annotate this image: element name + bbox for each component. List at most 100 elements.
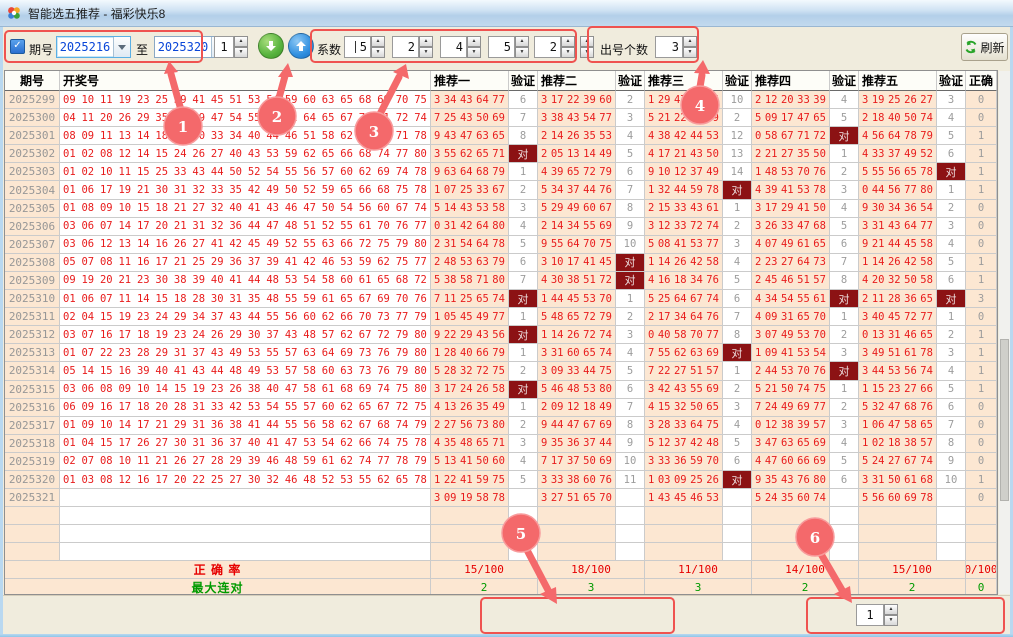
- issue-from-combo[interactable]: 2025216: [56, 36, 131, 58]
- verify-cell: 14: [723, 163, 752, 181]
- coef-extra-spinner-buttons[interactable]: ▲▼: [580, 36, 594, 58]
- grid-row[interactable]: 2025315030608091014151923263840475861686…: [5, 381, 997, 399]
- issue-cell: 2025310: [5, 290, 60, 308]
- correct-count-cell: 1: [966, 344, 997, 362]
- grid-row[interactable]: 2025312030716171819232426293037434857626…: [5, 326, 997, 344]
- verify-cell: 3: [937, 218, 966, 236]
- verify-cell: 2: [723, 109, 752, 127]
- grid-row[interactable]: 2025301080911131418243033344044465158626…: [5, 127, 997, 145]
- coef-group-spinner[interactable]: 1: [856, 604, 884, 626]
- issue-cell: 2025314: [5, 362, 60, 380]
- grid-row[interactable]: 2025319020708101121262728293946485961627…: [5, 453, 997, 471]
- grid-row[interactable]: 2025321309195878327516570143454653524356…: [5, 489, 997, 507]
- offset-spinner[interactable]: 1: [214, 36, 234, 58]
- verify-cell: 5: [830, 218, 859, 236]
- grid-row[interactable]: 2025318010415172627303136374041475354626…: [5, 435, 997, 453]
- verify-cell: 5: [509, 236, 538, 254]
- verify-cell: 8: [509, 127, 538, 145]
- recommend-cell: 115232766: [859, 381, 937, 399]
- grid-row[interactable]: 2025314051415163940414344484953575860637…: [5, 362, 997, 380]
- verify-cell: 5: [509, 471, 538, 489]
- correct-count-cell: 0: [966, 308, 997, 326]
- coef-spinner-2-buttons[interactable]: ▲▼: [419, 36, 433, 58]
- verify-cell: 9: [937, 453, 966, 471]
- grid-row[interactable]: 2025299091011192325394145515354596063656…: [5, 91, 997, 109]
- verify-cell: [509, 489, 538, 507]
- recommend-cell: 935363744: [538, 435, 616, 453]
- grid-row[interactable]: [5, 507, 997, 525]
- issue-cell: 2025299: [5, 91, 60, 109]
- grid-row[interactable]: 2025317010910141721293136384144555658626…: [5, 417, 997, 435]
- grid-row[interactable]: 2025310010607111415182830313548555961656…: [5, 290, 997, 308]
- grid-row[interactable]: 2025302010208121415242627404353596265666…: [5, 145, 997, 163]
- coef-spinner-1-buttons[interactable]: ▲▼: [371, 36, 385, 58]
- grid-row[interactable]: [5, 525, 997, 543]
- issue-cell: 2025302: [5, 145, 60, 163]
- grid-row[interactable]: 2025305010809101518212732404143464750545…: [5, 200, 997, 218]
- issue-cell: 2025320: [5, 471, 60, 489]
- issue-range-checkbox[interactable]: ✓: [10, 39, 25, 54]
- recommend-cell: 556606978: [859, 489, 937, 507]
- coef-spinner-4-buttons[interactable]: ▲▼: [515, 36, 529, 58]
- recommend-cell: 349516178: [859, 344, 937, 362]
- coef-spinner-5[interactable]: 2: [534, 36, 561, 58]
- verify-cell: 对: [509, 145, 538, 163]
- chevron-down-icon[interactable]: [113, 37, 130, 57]
- recommend-cell: [538, 507, 616, 525]
- verify-cell: 2: [830, 163, 859, 181]
- recommend-cell: 331606574: [538, 344, 616, 362]
- verify-cell: [509, 525, 538, 543]
- summary-value: 11/100: [645, 561, 752, 578]
- coef-spinner-4[interactable]: 5: [488, 36, 515, 58]
- column-header: 开奖号: [60, 71, 431, 91]
- recommend-cell: 231546478: [431, 236, 509, 254]
- recommendation-grid: 期号开奖号推荐一验证推荐二验证推荐三验证推荐四验证推荐五验证正确 2025299…: [4, 70, 998, 595]
- recommend-cell: 227567380: [431, 417, 509, 435]
- verify-cell: 8: [937, 435, 966, 453]
- correct-count-cell: [966, 525, 997, 543]
- recommend-cell: 513415060: [431, 453, 509, 471]
- output-count-spinner[interactable]: 3: [655, 36, 683, 58]
- coef-group-spinner-buttons[interactable]: ▲▼: [884, 604, 898, 626]
- grid-row[interactable]: 2025303010210111525334344505254555657606…: [5, 163, 997, 181]
- verify-cell: 4: [830, 200, 859, 218]
- grid-row[interactable]: 2025300041120262935383947545559626465677…: [5, 109, 997, 127]
- coef-spinner-3-buttons[interactable]: ▲▼: [467, 36, 481, 58]
- grid-row[interactable]: 2025307030612131416262741424549525563667…: [5, 236, 997, 254]
- move-down-button[interactable]: [258, 33, 284, 59]
- issue-from-value: 2025216: [57, 40, 113, 54]
- grid-row[interactable]: 2025320010308121617202225273032464852535…: [5, 471, 997, 489]
- correct-count-cell: 0: [966, 417, 997, 435]
- refresh-button[interactable]: 刷新: [961, 33, 1008, 61]
- coef-spinner-5-buttons[interactable]: ▲▼: [561, 36, 575, 58]
- verify-cell: 5: [723, 272, 752, 290]
- grid-row[interactable]: 2025316060916171820283133425354555760626…: [5, 399, 997, 417]
- grid-row[interactable]: 2025304010617192130313233354249505259656…: [5, 181, 997, 199]
- verify-cell: 10: [723, 91, 752, 109]
- grid-row[interactable]: 2025306030607141720213132364447485152556…: [5, 218, 997, 236]
- grid-row[interactable]: 2025309091920212330383940414448535458606…: [5, 272, 997, 290]
- recommend-cell: 722275157: [645, 362, 723, 380]
- grid-row[interactable]: 2025313010722232829313743495355576364697…: [5, 344, 997, 362]
- coef-spinner-1[interactable]: 5: [344, 36, 371, 58]
- arrow-down-icon: [264, 39, 278, 53]
- draw-numbers-cell: 0514151639404143444849535758606373767980: [60, 362, 431, 380]
- issue-cell: 2025321: [5, 489, 60, 507]
- recommend-cell: 407496165: [752, 236, 830, 254]
- output-count-spinner-buttons[interactable]: ▲▼: [683, 36, 697, 58]
- summary-value: 3: [538, 579, 645, 595]
- recommend-cell: 122415975: [431, 471, 509, 489]
- coef-spinner-3[interactable]: 4: [440, 36, 467, 58]
- coef-spinner-2[interactable]: 2: [392, 36, 419, 58]
- correct-count-cell: [966, 507, 997, 525]
- scrollbar-thumb[interactable]: [1000, 339, 1009, 501]
- grid-row[interactable]: 2025311020415192324293437434455566062667…: [5, 308, 997, 326]
- move-up-button[interactable]: [288, 33, 314, 59]
- grid-row[interactable]: [5, 543, 997, 561]
- recommend-cell: 114264258: [859, 254, 937, 272]
- grid-row[interactable]: 2025308050708111617212529363739414246535…: [5, 254, 997, 272]
- recommend-cell: 430385172: [538, 272, 616, 290]
- offset-spinner-buttons[interactable]: ▲▼: [234, 36, 248, 58]
- vertical-scrollbar[interactable]: [999, 71, 1010, 594]
- recommend-cell: [431, 543, 509, 561]
